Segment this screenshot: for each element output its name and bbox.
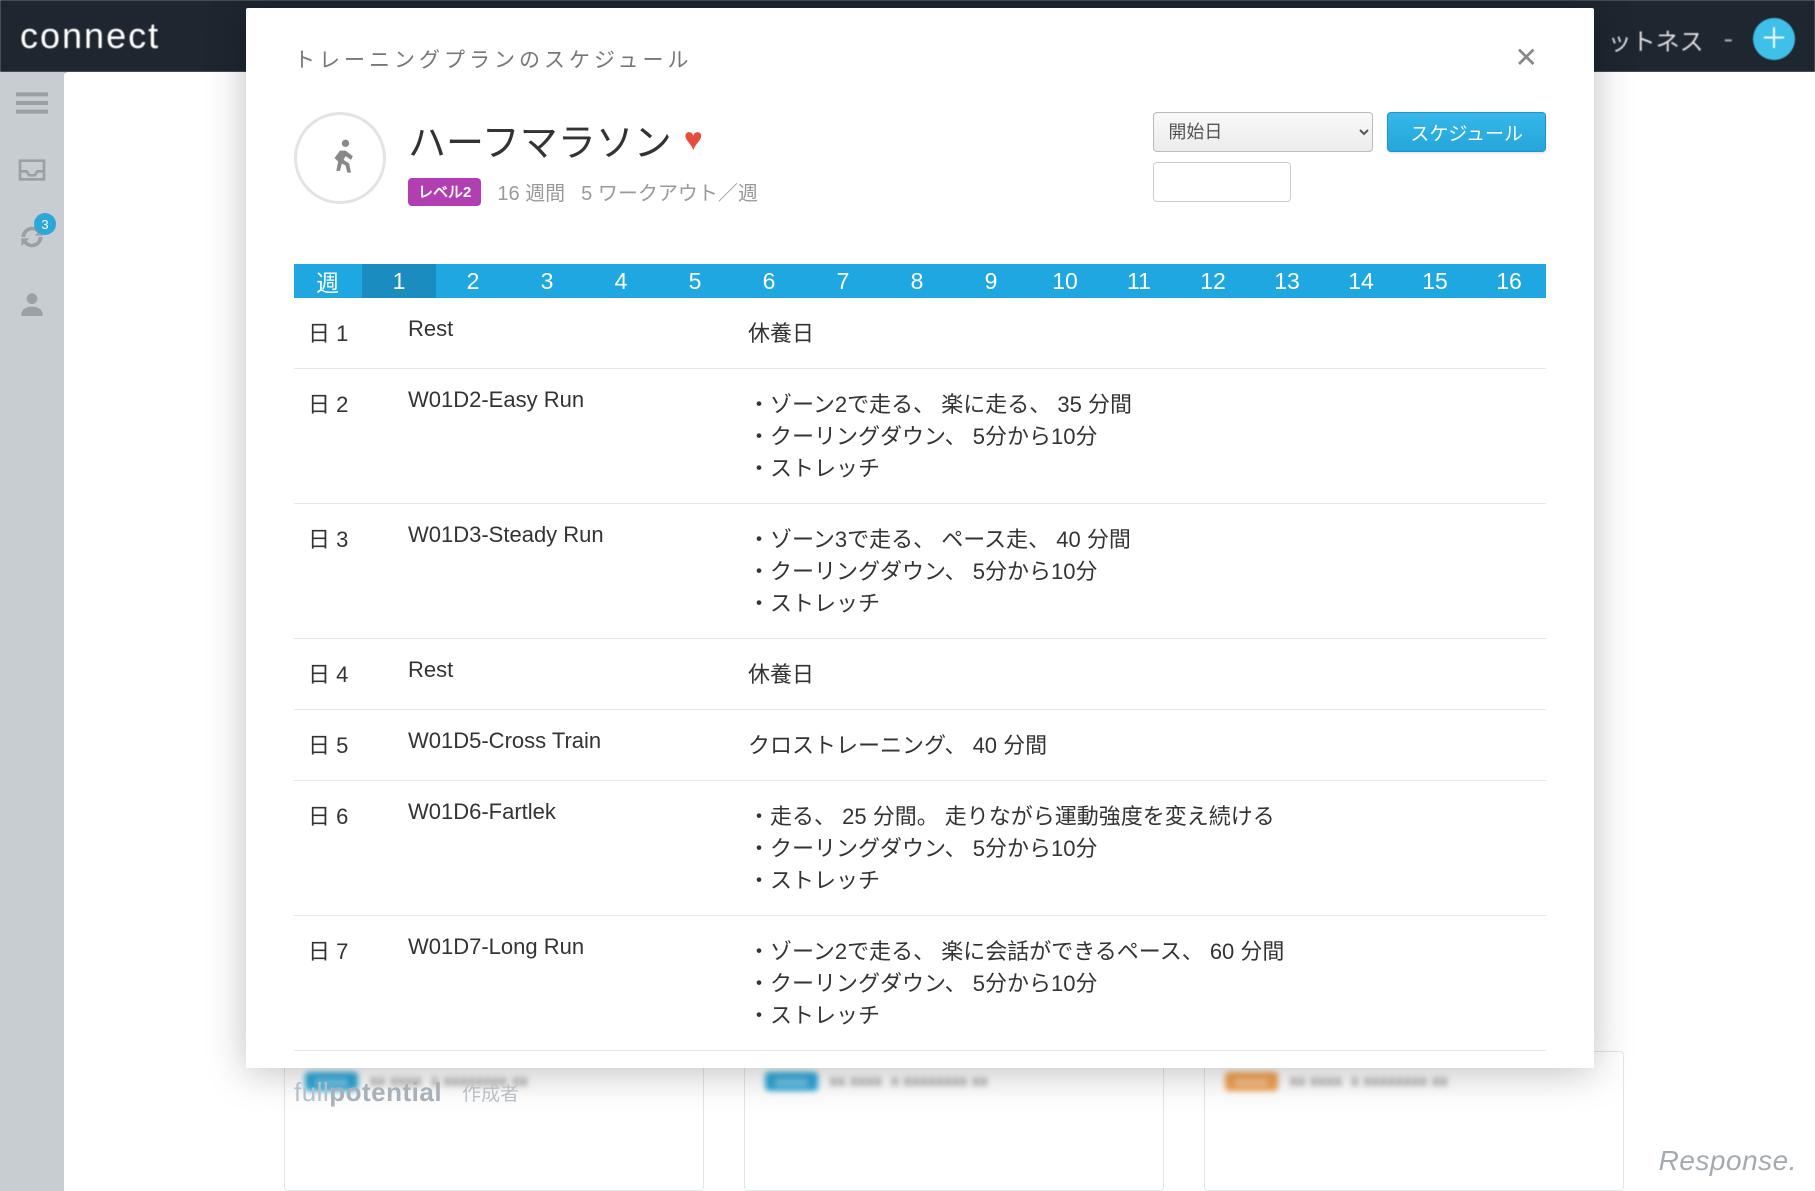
- watermark: Response.: [1659, 1145, 1797, 1177]
- workout-description: ・ゾーン3で走る、 ペース走、 40 分間・クーリングダウン、 5分から10分・…: [748, 522, 1538, 618]
- workout-name: W01D6-Fartlek: [408, 799, 748, 895]
- bg-card: xxxxxxx xxxx x xxxxxxxx xx: [284, 1051, 704, 1191]
- week-tab-7[interactable]: 7: [806, 264, 880, 298]
- week-tab-6[interactable]: 6: [732, 264, 806, 298]
- app-logo: connect: [20, 15, 160, 57]
- week-tabs: 週 12345678910111213141516: [294, 264, 1546, 298]
- inbox-icon[interactable]: [16, 154, 48, 186]
- week-tab-14[interactable]: 14: [1324, 264, 1398, 298]
- date-input[interactable]: [1153, 162, 1291, 202]
- day-number: 日 5: [308, 728, 408, 760]
- week-tab-12[interactable]: 12: [1176, 264, 1250, 298]
- day-number: 日 4: [308, 657, 408, 689]
- author-label: 作成者: [462, 1079, 519, 1106]
- workout-description: ・ゾーン2で走る、 楽に走る、 35 分間・クーリングダウン、 5分から10分・…: [748, 387, 1538, 483]
- week-tab-15[interactable]: 15: [1398, 264, 1472, 298]
- workout-name: Rest: [408, 657, 748, 689]
- add-button[interactable]: ＋: [1753, 18, 1795, 60]
- schedule-modal: トレーニングプランのスケジュール ✕ ハーフマラソン ♥ レベル2 16 週間 …: [246, 8, 1594, 1068]
- workout-description: ・走る、 25 分間。 走りながら運動強度を変え続ける・クーリングダウン、 5分…: [748, 799, 1538, 895]
- workout-name: Rest: [408, 316, 748, 348]
- week-tab-2[interactable]: 2: [436, 264, 510, 298]
- workout-description: 休養日: [748, 657, 1538, 689]
- plan-title: ハーフマラソン: [408, 112, 672, 167]
- running-icon: [294, 112, 386, 204]
- day-row: 日 1Rest休養日: [294, 298, 1546, 369]
- bg-card: xxxxxxx xxxx x xxxxxxxx xx: [744, 1051, 1164, 1191]
- day-row: 日 2W01D2-Easy Run・ゾーン2で走る、 楽に走る、 35 分間・ク…: [294, 369, 1546, 504]
- day-number: 日 7: [308, 934, 408, 1030]
- week-tab-10[interactable]: 10: [1028, 264, 1102, 298]
- day-row: 日 3W01D3-Steady Run・ゾーン3で走る、 ペース走、 40 分間…: [294, 504, 1546, 639]
- day-row: 日 6W01D6-Fartlek・走る、 25 分間。 走りながら運動強度を変え…: [294, 781, 1546, 916]
- bg-card: xxxxxxx xxxx x xxxxxxxx xx: [1204, 1051, 1624, 1191]
- workout-name: W01D5-Cross Train: [408, 728, 748, 760]
- week-tab-5[interactable]: 5: [658, 264, 732, 298]
- week-tab-11[interactable]: 11: [1102, 264, 1176, 298]
- day-row: 日 5W01D5-Cross Trainクロストレーニング、 40 分間: [294, 710, 1546, 781]
- heart-icon[interactable]: ♥: [684, 121, 703, 158]
- close-icon[interactable]: ✕: [1507, 44, 1546, 72]
- day-row: 日 4Rest休養日: [294, 639, 1546, 710]
- provider-logo: fullpotential: [294, 1077, 442, 1108]
- day-row: 日 7W01D7-Long Run・ゾーン2で走る、 楽に会話ができるペース、 …: [294, 916, 1546, 1051]
- start-date-select[interactable]: 開始日: [1153, 112, 1373, 152]
- day-number: 日 3: [308, 522, 408, 618]
- workout-description: 休養日: [748, 316, 1538, 348]
- day-number: 日 2: [308, 387, 408, 483]
- workout-description: クロストレーニング、 40 分間: [748, 728, 1538, 760]
- profile-icon[interactable]: [16, 288, 48, 320]
- week-tab-13[interactable]: 13: [1250, 264, 1324, 298]
- plan-duration: 16 週間: [497, 177, 565, 206]
- schedule-button[interactable]: スケジュール: [1387, 112, 1546, 152]
- week-tab-9[interactable]: 9: [954, 264, 1028, 298]
- day-number: 日 1: [308, 316, 408, 348]
- day-number: 日 6: [308, 799, 408, 895]
- workout-name: W01D2-Easy Run: [408, 387, 748, 483]
- day-table: 日 1Rest休養日日 2W01D2-Easy Run・ゾーン2で走る、 楽に走…: [294, 298, 1546, 1051]
- week-tab-1[interactable]: 1: [362, 264, 436, 298]
- workout-name: W01D7-Long Run: [408, 934, 748, 1030]
- week-tab-8[interactable]: 8: [880, 264, 954, 298]
- sync-icon[interactable]: 3: [16, 221, 48, 253]
- modal-title: トレーニングプランのスケジュール: [294, 44, 693, 74]
- sync-badge: 3: [34, 213, 56, 235]
- workout-name: W01D3-Steady Run: [408, 522, 748, 618]
- week-tab-16[interactable]: 16: [1472, 264, 1546, 298]
- week-tab-4[interactable]: 4: [584, 264, 658, 298]
- week-tab-3[interactable]: 3: [510, 264, 584, 298]
- workout-description: ・ゾーン2で走る、 楽に会話ができるペース、 60 分間・クーリングダウン、 5…: [748, 934, 1538, 1030]
- sidebar: 3: [0, 72, 64, 1191]
- nav-label: ットネス: [1608, 22, 1704, 57]
- menu-icon[interactable]: [16, 87, 48, 119]
- level-badge: レベル2: [408, 178, 481, 206]
- workouts-per-week: 5 ワークアウト／週: [581, 177, 758, 206]
- week-column-label: 週: [294, 264, 362, 298]
- dash-icon: -: [1724, 23, 1733, 55]
